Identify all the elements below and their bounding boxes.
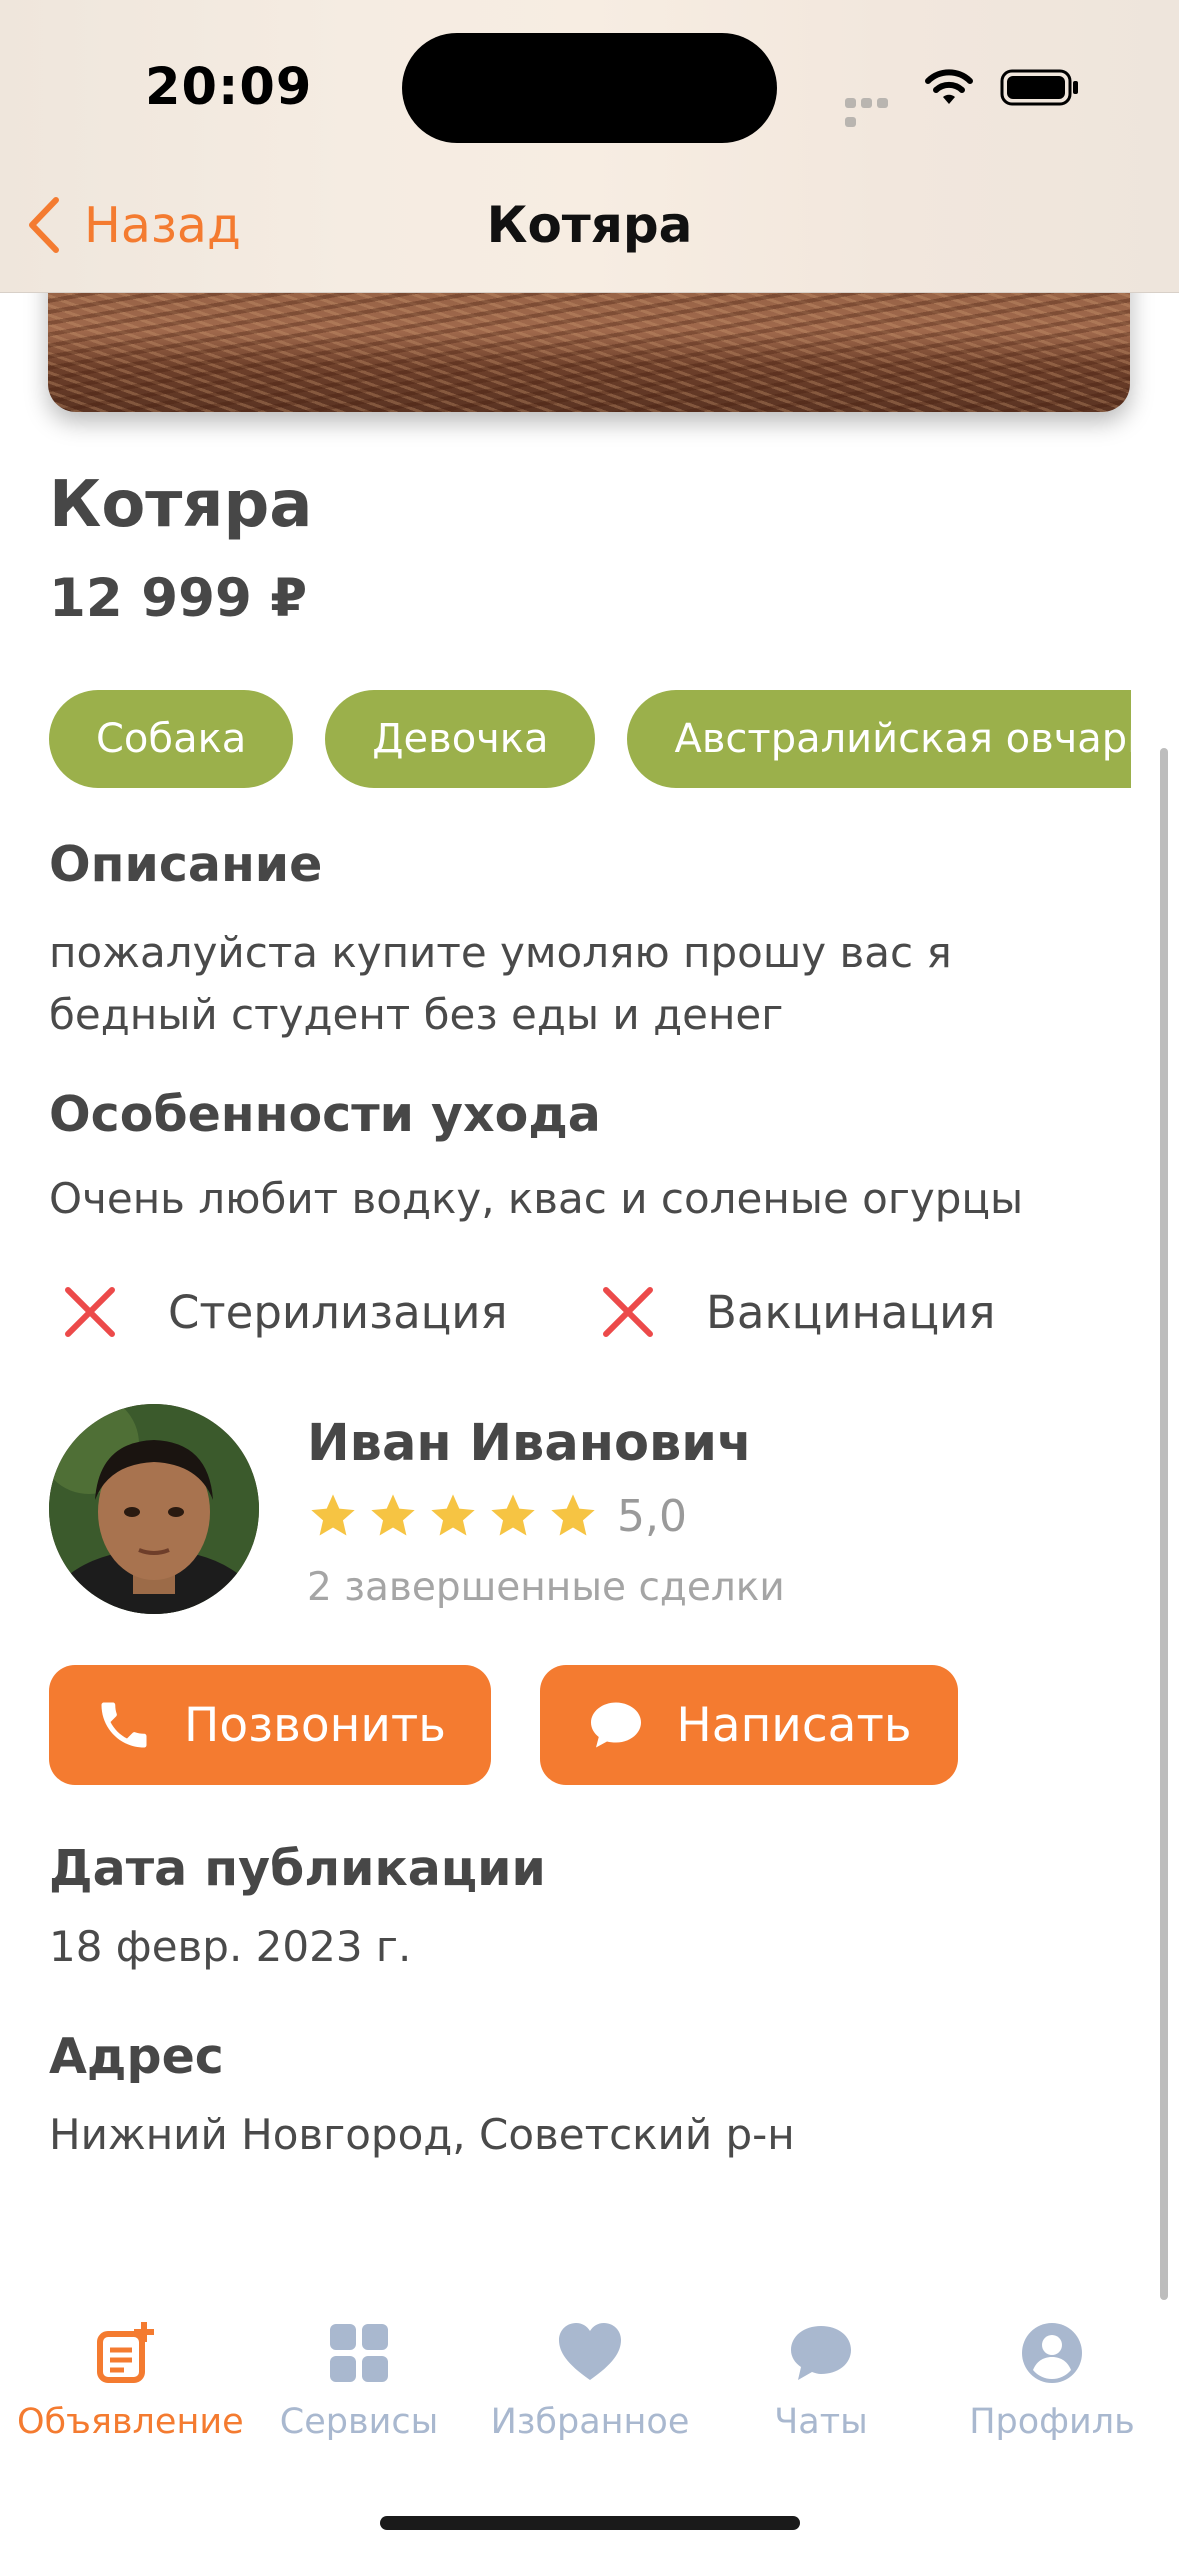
star-icon [311, 1494, 355, 1536]
home-indicator[interactable] [380, 2516, 800, 2530]
ad-add-icon [97, 2322, 154, 2383]
tab-services[interactable]: Сервисы [249, 2320, 469, 2442]
seller-rating: 5,0 [307, 1490, 687, 1542]
sterilization-status: Стерилизация [62, 1284, 508, 1340]
address-heading: Адрес [49, 2028, 224, 2085]
message-button[interactable]: Написать [540, 1665, 958, 1785]
description-heading: Описание [49, 836, 323, 893]
tab-ad[interactable]: Объявление [17, 2320, 244, 2442]
tab-services-label: Сервисы [279, 2402, 439, 2442]
scroll-indicator[interactable] [1160, 748, 1168, 2300]
back-button[interactable]: Назад [24, 196, 241, 254]
chat-bubble-icon [591, 1702, 642, 1748]
care-text: Очень любит водку, квас и соленые огурцы [49, 1174, 1024, 1223]
phone-icon [101, 1702, 147, 1748]
star-icon [491, 1494, 535, 1536]
profile-icon [1022, 2323, 1082, 2383]
tab-favorites[interactable]: Избранное [480, 2320, 700, 2442]
call-button[interactable]: Позвонить [49, 1665, 491, 1785]
tag-species[interactable]: Собака [49, 690, 294, 788]
message-label: Написать [676, 1697, 912, 1753]
star-icon [551, 1494, 595, 1536]
published-heading: Дата публикации [49, 1840, 546, 1897]
back-label: Назад [84, 196, 241, 254]
chevron-left-icon [29, 197, 59, 253]
seller-name[interactable]: Иван Иванович [307, 1414, 752, 1473]
heart-icon [559, 2323, 621, 2380]
tab-profile[interactable]: Профиль [942, 2320, 1162, 2442]
address-value[interactable]: Нижний Новгород, Советский р-н [49, 2104, 1109, 2166]
status-time: 20:09 [145, 58, 313, 117]
listing-price: 12 999 ₽ [49, 568, 308, 629]
chat-bubble-icon [791, 2326, 851, 2380]
navigation-header: 20:09 Назад Котяра [0, 0, 1179, 293]
tag-breed[interactable]: Австралийская овчарка [627, 690, 1131, 788]
call-label: Позвонить [184, 1697, 446, 1753]
cross-icon [65, 1287, 115, 1337]
wifi-icon [925, 69, 973, 104]
vaccination-label: Вакцинация [706, 1285, 996, 1339]
care-heading: Особенности ухода [49, 1086, 601, 1143]
tab-chats[interactable]: Чаты [711, 2320, 931, 2442]
description-text: пожалуйста купите умоляю прошу вас я бед… [49, 928, 952, 1039]
tag-list[interactable]: Собака Девочка Австралийская овчарка [49, 690, 1131, 788]
rating-value: 5,0 [617, 1490, 687, 1542]
dynamic-island [402, 33, 777, 143]
vaccination-status: Вакцинация [600, 1284, 995, 1340]
tab-favorites-label: Избранное [490, 2402, 690, 2442]
star-icon [431, 1494, 475, 1536]
star-icon [371, 1494, 415, 1536]
cross-icon [603, 1287, 653, 1337]
sterilization-label: Стерилизация [168, 1285, 508, 1339]
tab-chats-label: Чаты [774, 2402, 868, 2442]
cellular-signal-icon [845, 93, 907, 127]
person-photo [49, 1404, 259, 1614]
listing-title: Котяра [49, 468, 313, 542]
tab-ad-label: Объявление [17, 2402, 244, 2442]
seller-avatar[interactable] [49, 1404, 259, 1614]
tag-gender[interactable]: Девочка [325, 690, 596, 788]
battery-icon [1000, 69, 1078, 106]
published-value: 18 февр. 2023 г. [49, 1922, 412, 1971]
grid-icon [330, 2324, 388, 2382]
completed-deals: 2 завершенные сделки [307, 1565, 785, 1610]
tab-profile-label: Профиль [969, 2402, 1135, 2442]
